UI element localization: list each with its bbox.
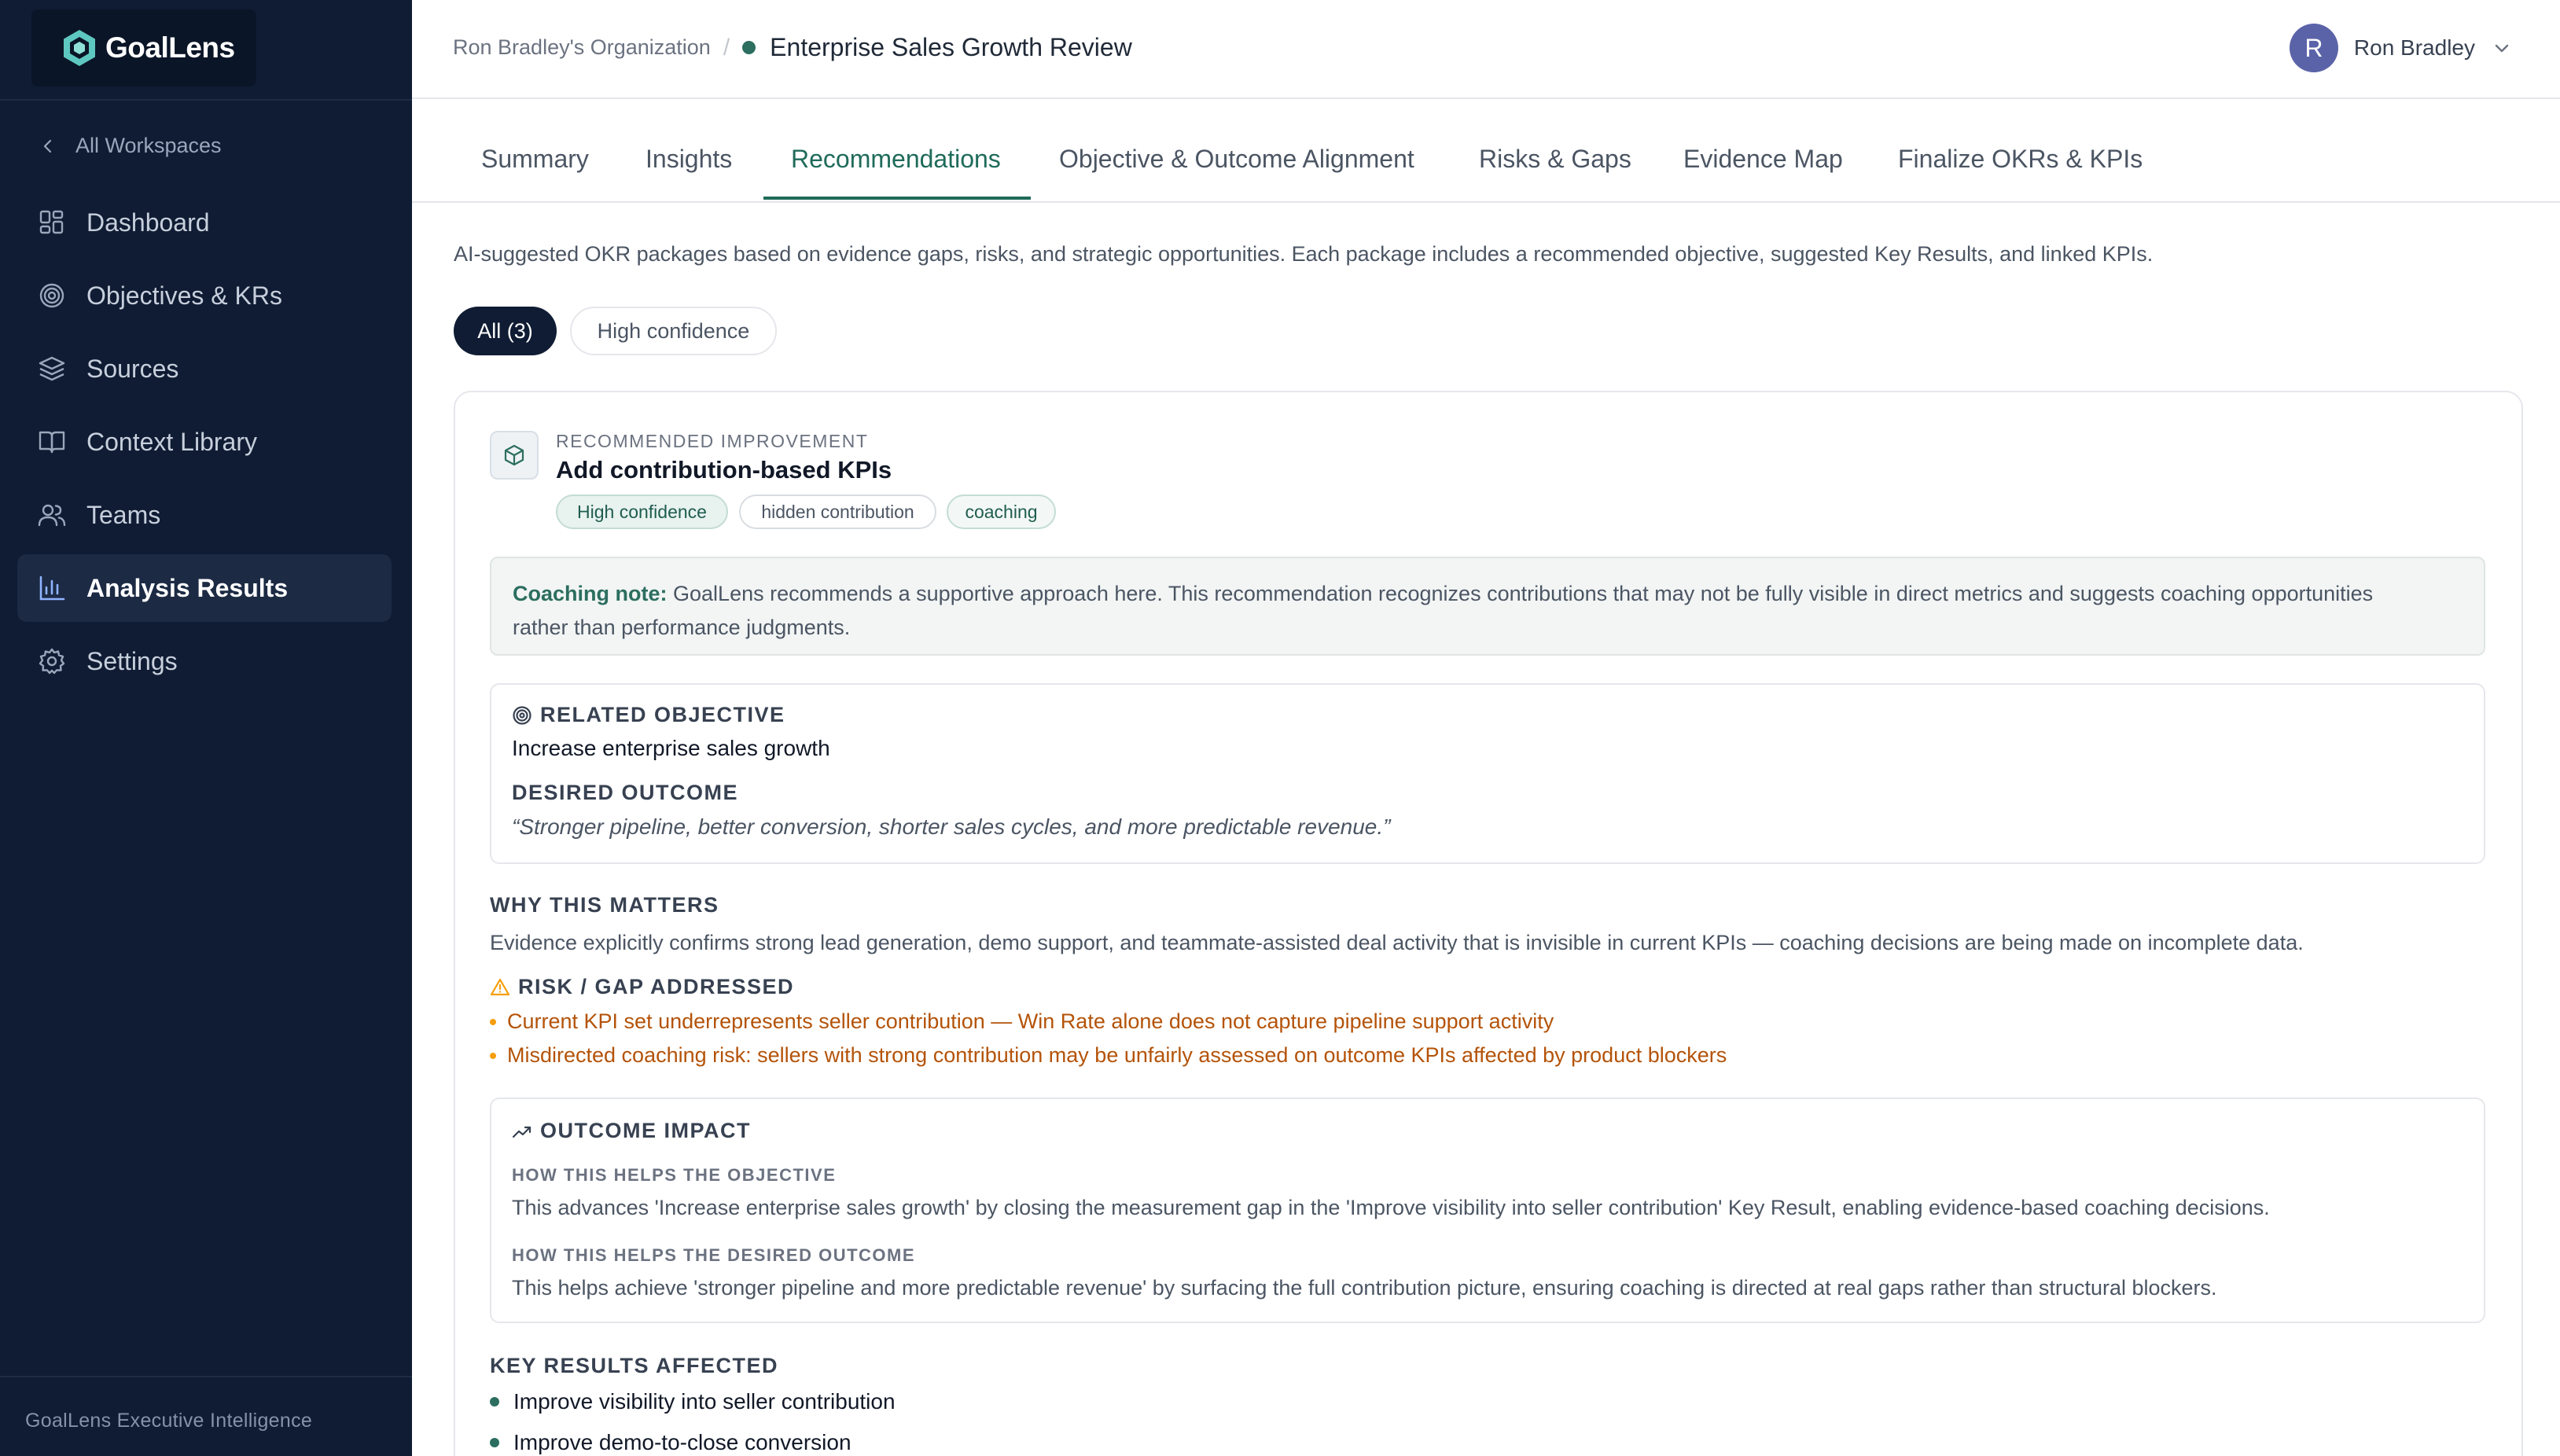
desired-outcome-label: DESIRED OUTCOME [512,781,739,804]
gear-icon [39,648,65,675]
hexagon-logo-icon [64,30,95,66]
all-workspaces-label: All Workspaces [75,134,222,157]
helps-objective-label: HOW THIS HELPS THE OBJECTIVE [512,1165,837,1185]
sidebar: GoalLens All Workspaces Dashboard Object… [0,0,412,1456]
filter-all-chip[interactable]: All (3) [454,307,557,355]
sidebar-item-label: Objectives & KRs [86,281,282,310]
related-objective-label: RELATED OBJECTIVE [540,703,785,726]
coaching-note-label: Coaching note: [513,582,668,605]
desired-outcome-quote: “Stronger pipeline, better conversion, s… [512,814,1391,839]
sidebar-item-label: Dashboard [86,208,210,237]
risk-item: Current KPI set underrepresents seller c… [490,1009,1554,1034]
tag-hidden-contribution: hidden contribution [739,495,936,529]
coaching-note-line1: GoalLens recommends a supportive approac… [673,582,2374,605]
key-result-item: Improve demo-to-close conversion [490,1430,851,1455]
sidebar-item-dashboard[interactable]: Dashboard [17,189,392,256]
sidebar-item-settings[interactable]: Settings [17,627,392,695]
key-result-item: Improve visibility into seller contribut… [490,1389,896,1414]
coaching-note: Coaching note: GoalLens recommends a sup… [490,557,2485,656]
sidebar-item-label: Settings [86,646,178,675]
status-dot-icon [742,41,756,54]
tab-objective-outcome-alignment[interactable]: Objective & Outcome Alignment [1059,145,1414,174]
why-this-matters-text: Evidence explicitly confirms strong lead… [490,931,2304,954]
sidebar-item-sources[interactable]: Sources [17,335,392,403]
sidebar-item-label: Analysis Results [86,573,289,602]
outcome-impact-heading: OUTCOME IMPACT [512,1119,751,1143]
all-workspaces-link[interactable]: All Workspaces [39,134,222,158]
page-intro-text: AI-suggested OKR packages based on evide… [454,242,2154,266]
why-this-matters-label: WHY THIS MATTERS [490,893,719,917]
sidebar-nav: Dashboard Objectives & KRs Sources Conte… [17,189,392,700]
risk-gap-label: RISK / GAP ADDRESSED [518,975,795,998]
confidence-badge: High confidence [556,495,728,529]
user-menu[interactable]: R Ron Bradley [2289,24,2511,72]
helps-objective-text: This advances 'Increase enterprise sales… [512,1196,2270,1219]
tab-recommendations[interactable]: Recommendations [791,145,1001,174]
tab-insights[interactable]: Insights [646,145,732,174]
breadcrumb: Ron Bradley's Organization / Enterprise … [453,33,1132,62]
key-results-affected-label: KEY RESULTS AFFECTED [490,1354,779,1377]
related-objective-value: Increase enterprise sales growth [512,736,830,760]
sidebar-divider [0,99,412,101]
risk-item-text: Misdirected coaching risk: sellers with … [507,1043,1727,1067]
bullet-icon [490,1438,499,1447]
sidebar-footer-text: GoalLens Executive Intelligence [25,1410,313,1432]
recommendation-eyebrow: RECOMMENDED IMPROVEMENT [556,431,869,451]
brand-name: GoalLens [105,31,235,64]
filter-high-confidence-chip[interactable]: High confidence [570,307,777,355]
tab-evidence-map[interactable]: Evidence Map [1683,145,1843,174]
risk-item-text: Current KPI set underrepresents seller c… [507,1009,1554,1033]
target-icon [39,283,64,308]
breadcrumb-separator: / [723,34,730,61]
sidebar-item-label: Teams [86,500,161,529]
risk-item: Misdirected coaching risk: sellers with … [490,1043,1727,1068]
package-icon-badge [490,431,539,480]
target-icon [513,705,531,725]
related-objective-heading: RELATED OBJECTIVE [512,703,785,727]
sidebar-footer-divider [0,1376,412,1377]
package-icon [504,444,524,466]
book-icon [39,431,65,454]
brand-logo[interactable]: GoalLens [31,9,256,86]
outcome-impact-label: OUTCOME IMPACT [540,1119,751,1142]
avatar: R [2289,24,2338,72]
trending-up-icon [512,1126,531,1138]
layers-icon [39,356,65,381]
users-icon [38,504,66,527]
chevron-left-icon [43,139,52,153]
sidebar-item-analysis-results[interactable]: Analysis Results [17,554,392,622]
tab-finalize-okrs[interactable]: Finalize OKRs & KPIs [1898,145,2143,174]
sidebar-item-label: Sources [86,354,179,383]
helps-outcome-label: HOW THIS HELPS THE DESIRED OUTCOME [512,1245,916,1265]
tab-bar: Summary Insights Recommendations Objecti… [412,101,2560,203]
key-result-text: Improve demo-to-close conversion [513,1430,851,1454]
dashboard-icon [39,210,64,234]
risk-gap-heading: RISK / GAP ADDRESSED [490,975,794,999]
helps-outcome-text: This helps achieve 'stronger pipeline an… [512,1276,2217,1300]
sidebar-item-context-library[interactable]: Context Library [17,408,392,476]
warning-icon [490,978,510,995]
breadcrumb-current-review: Enterprise Sales Growth Review [770,33,1132,61]
sidebar-item-teams[interactable]: Teams [17,481,392,549]
tag-coaching: coaching [947,495,1056,529]
sidebar-item-objectives[interactable]: Objectives & KRs [17,262,392,329]
recommendation-title: Add contribution-based KPIs [556,456,892,483]
bullet-icon [490,1018,496,1025]
top-header: Ron Bradley's Organization / Enterprise … [412,0,2560,99]
tab-summary[interactable]: Summary [481,145,589,174]
chevron-down-icon [2495,44,2509,53]
bullet-icon [490,1052,496,1059]
breadcrumb-org[interactable]: Ron Bradley's Organization [453,35,711,60]
active-tab-indicator [763,197,1031,200]
sidebar-item-label: Context Library [86,427,257,456]
tab-risks-gaps[interactable]: Risks & Gaps [1479,145,1631,174]
key-result-text: Improve visibility into seller contribut… [513,1389,896,1414]
bar-chart-icon [39,575,65,601]
bullet-icon [490,1397,499,1406]
user-name: Ron Bradley [2353,35,2475,60]
coaching-note-line2: rather than performance judgments. [513,616,851,639]
